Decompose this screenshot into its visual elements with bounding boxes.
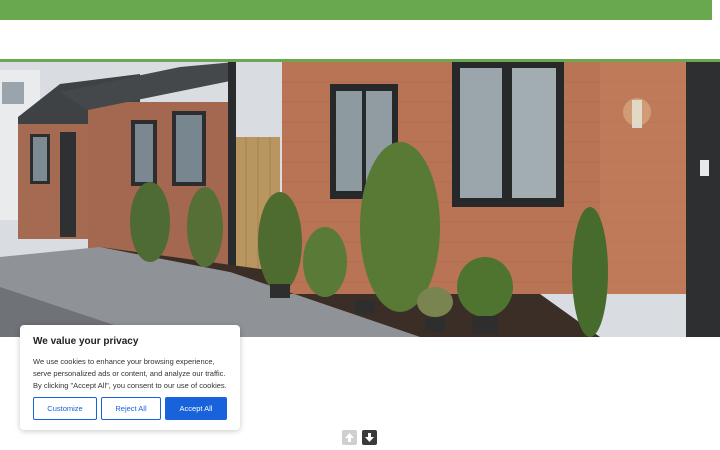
scroll-down-button[interactable] <box>362 430 377 445</box>
cookie-banner-text: We use cookies to enhance your browsing … <box>33 357 227 390</box>
arrow-up-icon <box>345 433 354 442</box>
cookie-consent-banner: We value your privacy We use cookies to … <box>20 325 240 430</box>
hero-image <box>0 62 720 337</box>
page: We value your privacy We use cookies to … <box>0 0 720 450</box>
site-header <box>0 20 720 59</box>
arrow-down-icon <box>365 433 374 442</box>
reject-all-button[interactable]: Reject All <box>101 397 161 420</box>
scroll-up-button[interactable] <box>342 430 357 445</box>
customize-button[interactable]: Customize <box>33 397 97 420</box>
top-bar <box>0 0 712 20</box>
accept-all-button[interactable]: Accept All <box>165 397 227 420</box>
cookie-banner-title: We value your privacy <box>33 336 139 347</box>
cookie-banner-actions: Customize Reject All Accept All <box>33 397 227 420</box>
